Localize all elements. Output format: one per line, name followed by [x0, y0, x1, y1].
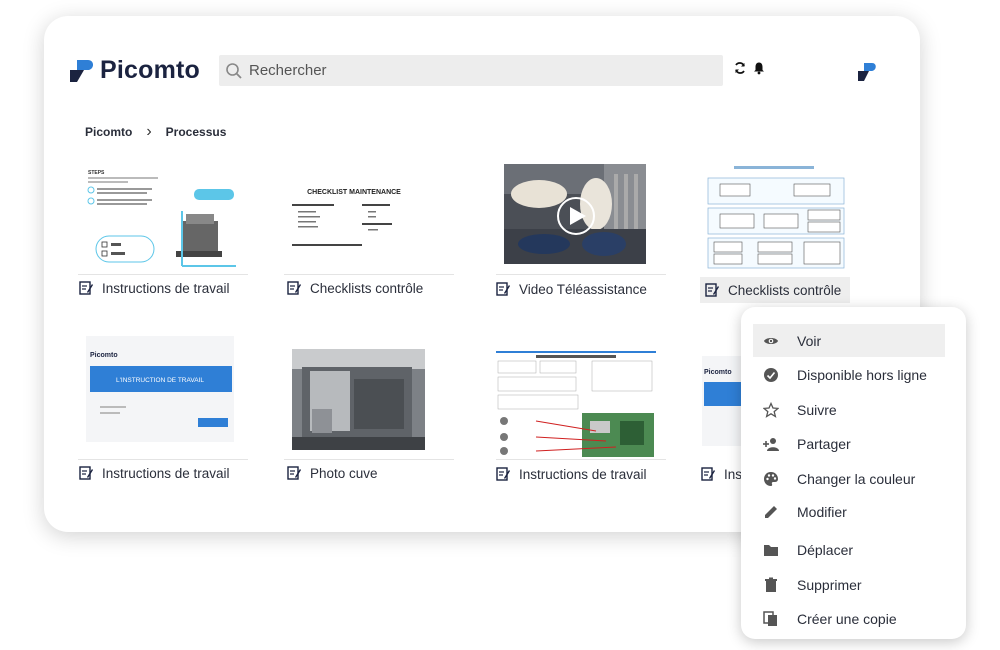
document-edit-icon [287, 281, 301, 295]
card-title[interactable]: Instructions de travail [78, 460, 230, 486]
document-edit-icon [496, 282, 510, 296]
document-edit-icon [287, 466, 301, 480]
card-thumbnail[interactable]: STEPS [86, 166, 236, 270]
menu-item-voir[interactable]: Voir [753, 324, 945, 357]
card-title-text: Instructions de travail [102, 465, 230, 481]
wiring-instruction-image [496, 351, 656, 459]
search-input[interactable] [249, 62, 689, 79]
card-divider [496, 274, 666, 275]
eye-icon [764, 337, 778, 344]
menu-item-label: Supprimer [797, 576, 862, 593]
card-title[interactable]: Instructions de travail [495, 461, 647, 487]
breadcrumb: Picomto › Processus [85, 123, 226, 141]
card-divider [496, 459, 666, 460]
menu-item-offline[interactable]: Disponible hors ligne [753, 358, 945, 391]
card-thumbnail[interactable]: CHECKLIST MAINTENANCE [292, 166, 442, 270]
tank-photo-image [292, 349, 425, 450]
app-name: Picomto [100, 56, 201, 84]
menu-item-label: Modifier [797, 503, 847, 520]
breadcrumb-root[interactable]: Picomto [85, 125, 132, 139]
menu-item-follow[interactable]: Suivre [753, 393, 945, 426]
menu-item-label: Créer une copie [797, 610, 897, 627]
document-edit-icon [79, 281, 93, 295]
checklist-title: CHECKLIST MAINTENANCE [307, 189, 401, 196]
document-edit-icon [79, 466, 93, 480]
palette-icon [764, 471, 778, 486]
menu-item-label: Déplacer [797, 541, 854, 558]
breadcrumb-current[interactable]: Processus [166, 125, 227, 139]
document-edit-icon [496, 467, 510, 481]
menu-item-label: Suivre [797, 401, 837, 418]
card-title[interactable]: Photo cuve [286, 460, 378, 486]
card-title-text: Checklists contrôle [728, 282, 842, 298]
thumb-banner-text: L'INSTRUCTION DE TRAVAIL [116, 377, 204, 384]
card-thumbnail[interactable] [292, 349, 425, 450]
steps-title: STEPS [88, 170, 105, 176]
thumb-logo-text: Picomto [90, 352, 118, 359]
card-thumbnail[interactable] [504, 164, 646, 264]
card-title[interactable]: Instructions de travail [78, 275, 230, 301]
document-edit-icon [705, 283, 719, 297]
card-title[interactable]: Checklists contrôle [700, 277, 850, 303]
card-title[interactable]: Checklists contrôle [286, 275, 423, 301]
checklist-thumbnail-image: CHECKLIST MAINTENANCE [292, 166, 442, 270]
card-title[interactable]: Video Téléassistance [495, 276, 647, 302]
card-title-text: Instructions de travail [102, 280, 230, 296]
menu-item-color[interactable]: Changer la couleur [753, 462, 945, 495]
app-logo[interactable]: Picomto [68, 56, 200, 85]
card-thumbnail[interactable] [496, 351, 656, 459]
menu-item-label: Disponible hors ligne [797, 366, 927, 383]
menu-item-edit[interactable]: Modifier [753, 495, 945, 528]
bell-icon[interactable] [752, 61, 766, 75]
menu-item-label: Voir [797, 332, 822, 349]
sync-icon[interactable] [733, 61, 747, 75]
add-person-icon [763, 437, 779, 451]
copy-icon [763, 610, 777, 626]
process-map-thumbnail-image [704, 166, 846, 272]
context-menu: Voir Disponible hors ligne Suivre Partag… [741, 307, 966, 639]
user-avatar-icon[interactable] [856, 61, 878, 83]
menu-item-label: Changer la couleur [797, 470, 916, 487]
folder-icon [764, 544, 778, 556]
card-title[interactable]: Ins [700, 461, 742, 487]
card-thumbnail[interactable] [704, 166, 846, 272]
menu-item-copy[interactable]: Créer une copie [753, 602, 945, 635]
menu-item-share[interactable]: Partager [753, 427, 945, 460]
instruction-thumbnail-image: Picomto L'INSTRUCTION DE TRAVAIL [86, 336, 234, 442]
document-edit-icon [701, 467, 715, 481]
picomto-logo-icon [70, 59, 94, 82]
card-thumbnail[interactable]: Picomto L'INSTRUCTION DE TRAVAIL [86, 336, 234, 442]
search-bar[interactable] [219, 55, 723, 86]
card-title-text: Instructions de travail [519, 466, 647, 482]
card-title-text: Checklists contrôle [310, 280, 424, 296]
offline-check-icon [764, 367, 778, 382]
video-thumbnail-image [504, 164, 646, 264]
menu-item-label: Partager [797, 435, 851, 452]
thumb-logo-text: Picomto [704, 369, 732, 376]
steps-thumbnail-image: STEPS [86, 166, 236, 270]
menu-item-delete[interactable]: Supprimer [753, 568, 945, 601]
card-title-text: Video Téléassistance [519, 281, 647, 297]
search-icon [226, 62, 242, 79]
chevron-right-icon: › [146, 123, 152, 140]
trash-icon [765, 577, 777, 592]
card-title-text: Ins [724, 466, 743, 482]
pencil-icon [765, 505, 777, 518]
card-title-text: Photo cuve [310, 465, 378, 481]
star-icon [763, 401, 779, 418]
menu-item-move[interactable]: Déplacer [753, 533, 945, 566]
